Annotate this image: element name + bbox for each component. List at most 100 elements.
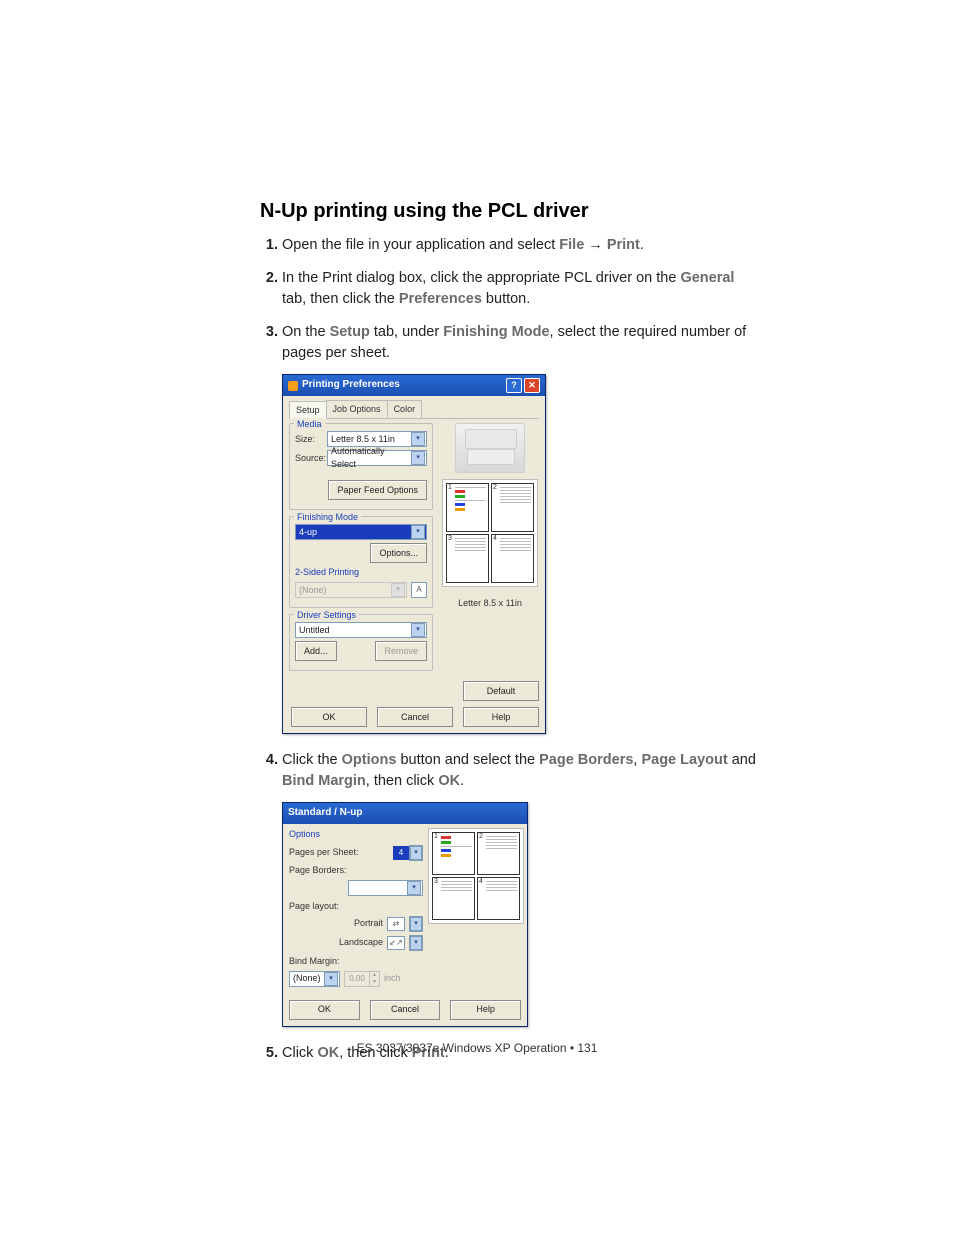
media-group: Media Size: Letter 8.5 x 11in ▾ Sou [289,423,433,510]
step4-text-b: button and select the [396,752,539,768]
preview-page-3: 3 [448,534,452,544]
add-button[interactable]: Add... [295,641,337,661]
step4-text-e: , then click [366,773,439,789]
step1-text-a: Open the file in your application and se… [282,237,559,253]
size-value: Letter 8.5 x 11in [331,433,395,446]
preview-page-4: 4 [479,877,483,887]
finishing-title: Finishing Mode [294,511,361,524]
layout-preview: 1 2 3 4 [442,479,538,587]
portrait-orientation-icon: ⇄ [387,917,405,931]
bind-margin-value: (None) [293,972,321,985]
preview-page-1: 1 [448,483,452,493]
step-4: Click the Options button and select the … [282,750,760,1027]
close-button[interactable]: ✕ [524,378,540,393]
tab-strip: Setup Job Options Color [289,400,539,419]
ok-button[interactable]: OK [291,707,367,727]
media-group-title: Media [294,418,325,431]
step4-text-a: Click the [282,752,342,768]
page-footer: ES 3037/3037e Windows XP Operation • 131 [0,1041,954,1055]
driver-settings-group: Driver Settings Untitled ▾ Add... R [289,614,433,671]
step4-text-f: . [460,773,464,789]
step2-text-a: In the Print dialog box, click the appro… [282,270,680,286]
steps-list: Open the file in your application and se… [260,235,760,1064]
chevron-down-icon: ▾ [391,583,405,597]
help-button[interactable]: Help [463,707,539,727]
pages-per-sheet-dropdown[interactable]: ▾ [409,845,423,861]
two-sided-label: 2-Sided Printing [295,566,427,579]
term-page-layout: Page Layout [641,752,727,768]
step4-text-d: and [728,752,756,768]
spinner-down-icon: ▼ [369,979,379,986]
dialog-titlebar: Standard / N-up [283,803,527,824]
step3-text-b: tab, under [370,324,443,340]
page-heading: N-Up printing using the PCL driver [260,200,760,223]
step-1: Open the file in your application and se… [282,235,760,256]
chevron-down-icon: ▾ [411,432,425,446]
term-ok: OK [438,773,460,789]
remove-button: Remove [375,641,427,661]
landscape-orientation-icon: ↙↗ [387,936,405,950]
finishing-value: 4-up [299,526,317,539]
preview-page-2: 2 [493,483,497,493]
portrait-dropdown[interactable]: ▾ [409,916,423,932]
tab-color[interactable]: Color [387,400,423,418]
page-borders-dropdown[interactable]: ▾ [348,880,423,896]
tab-setup[interactable]: Setup [289,401,327,419]
printing-preferences-dialog: Printing Preferences ? ✕ Setup Job Optio… [282,374,546,734]
driver-value: Untitled [299,624,330,637]
arrow-icon: → [584,237,607,253]
spinner-up-icon: ▲ [369,972,379,979]
finishing-mode-dropdown[interactable]: 4-up ▾ [295,524,427,540]
step2-text-c: button. [482,291,530,307]
driver-settings-dropdown[interactable]: Untitled ▾ [295,622,427,638]
term-preferences: Preferences [399,291,482,307]
preview-page-1: 1 [434,832,438,842]
term-options: Options [342,752,397,768]
term-setup: Setup [330,324,370,340]
cancel-button[interactable]: Cancel [377,707,453,727]
source-dropdown[interactable]: Automatically Select ▾ [327,450,427,466]
term-file: File [559,237,584,253]
finishing-options-button[interactable]: Options... [370,543,427,563]
chevron-down-icon: ▾ [411,451,425,465]
pages-per-sheet-label: Pages per Sheet: [289,846,359,859]
preview-page-4: 4 [493,534,497,544]
landscape-label: Landscape [339,936,383,949]
printer-app-icon [288,381,298,391]
term-print: Print [607,237,640,253]
nup-layout-preview: 1 2 3 4 [428,828,524,924]
step-2: In the Print dialog box, click the appro… [282,268,760,310]
page-borders-label: Page Borders: [289,864,423,877]
tab-job-options[interactable]: Job Options [326,400,388,418]
bind-margin-spinner: 0.00 ▲▼ [344,971,380,987]
help-button[interactable]: Help [450,1000,521,1020]
dialog-title: Standard / N-up [288,806,362,821]
driver-title: Driver Settings [294,609,359,622]
step2-text-b: tab, then click the [282,291,399,307]
two-sided-value: (None) [299,584,327,597]
chevron-down-icon: ▾ [410,936,422,950]
paper-feed-options-button[interactable]: Paper Feed Options [328,480,427,500]
preview-page-3: 3 [434,877,438,887]
chevron-down-icon: ▾ [411,525,425,539]
bind-margin-dropdown[interactable]: (None) ▾ [289,971,340,987]
bind-margin-unit: inch [384,972,401,985]
chevron-down-icon: ▾ [410,846,422,860]
landscape-dropdown[interactable]: ▾ [409,935,423,951]
term-general: General [680,270,734,286]
dialog-title: Printing Preferences [302,378,400,393]
term-finishing-mode: Finishing Mode [443,324,549,340]
bind-margin-number: 0.00 [345,972,369,986]
bind-margin-label: Bind Margin: [289,955,423,968]
dialog-titlebar: Printing Preferences ? ✕ [283,375,545,396]
cancel-button[interactable]: Cancel [370,1000,441,1020]
chevron-down-icon: ▾ [411,623,425,637]
orientation-a-icon: A [411,582,427,598]
ok-button[interactable]: OK [289,1000,360,1020]
chevron-down-icon: ▾ [407,881,421,895]
default-button[interactable]: Default [463,681,539,701]
finishing-mode-group: Finishing Mode 4-up ▾ Options... [289,516,433,608]
page-layout-label: Page layout: [289,900,423,913]
help-titlebar-button[interactable]: ? [506,378,522,393]
portrait-label: Portrait [354,917,383,930]
